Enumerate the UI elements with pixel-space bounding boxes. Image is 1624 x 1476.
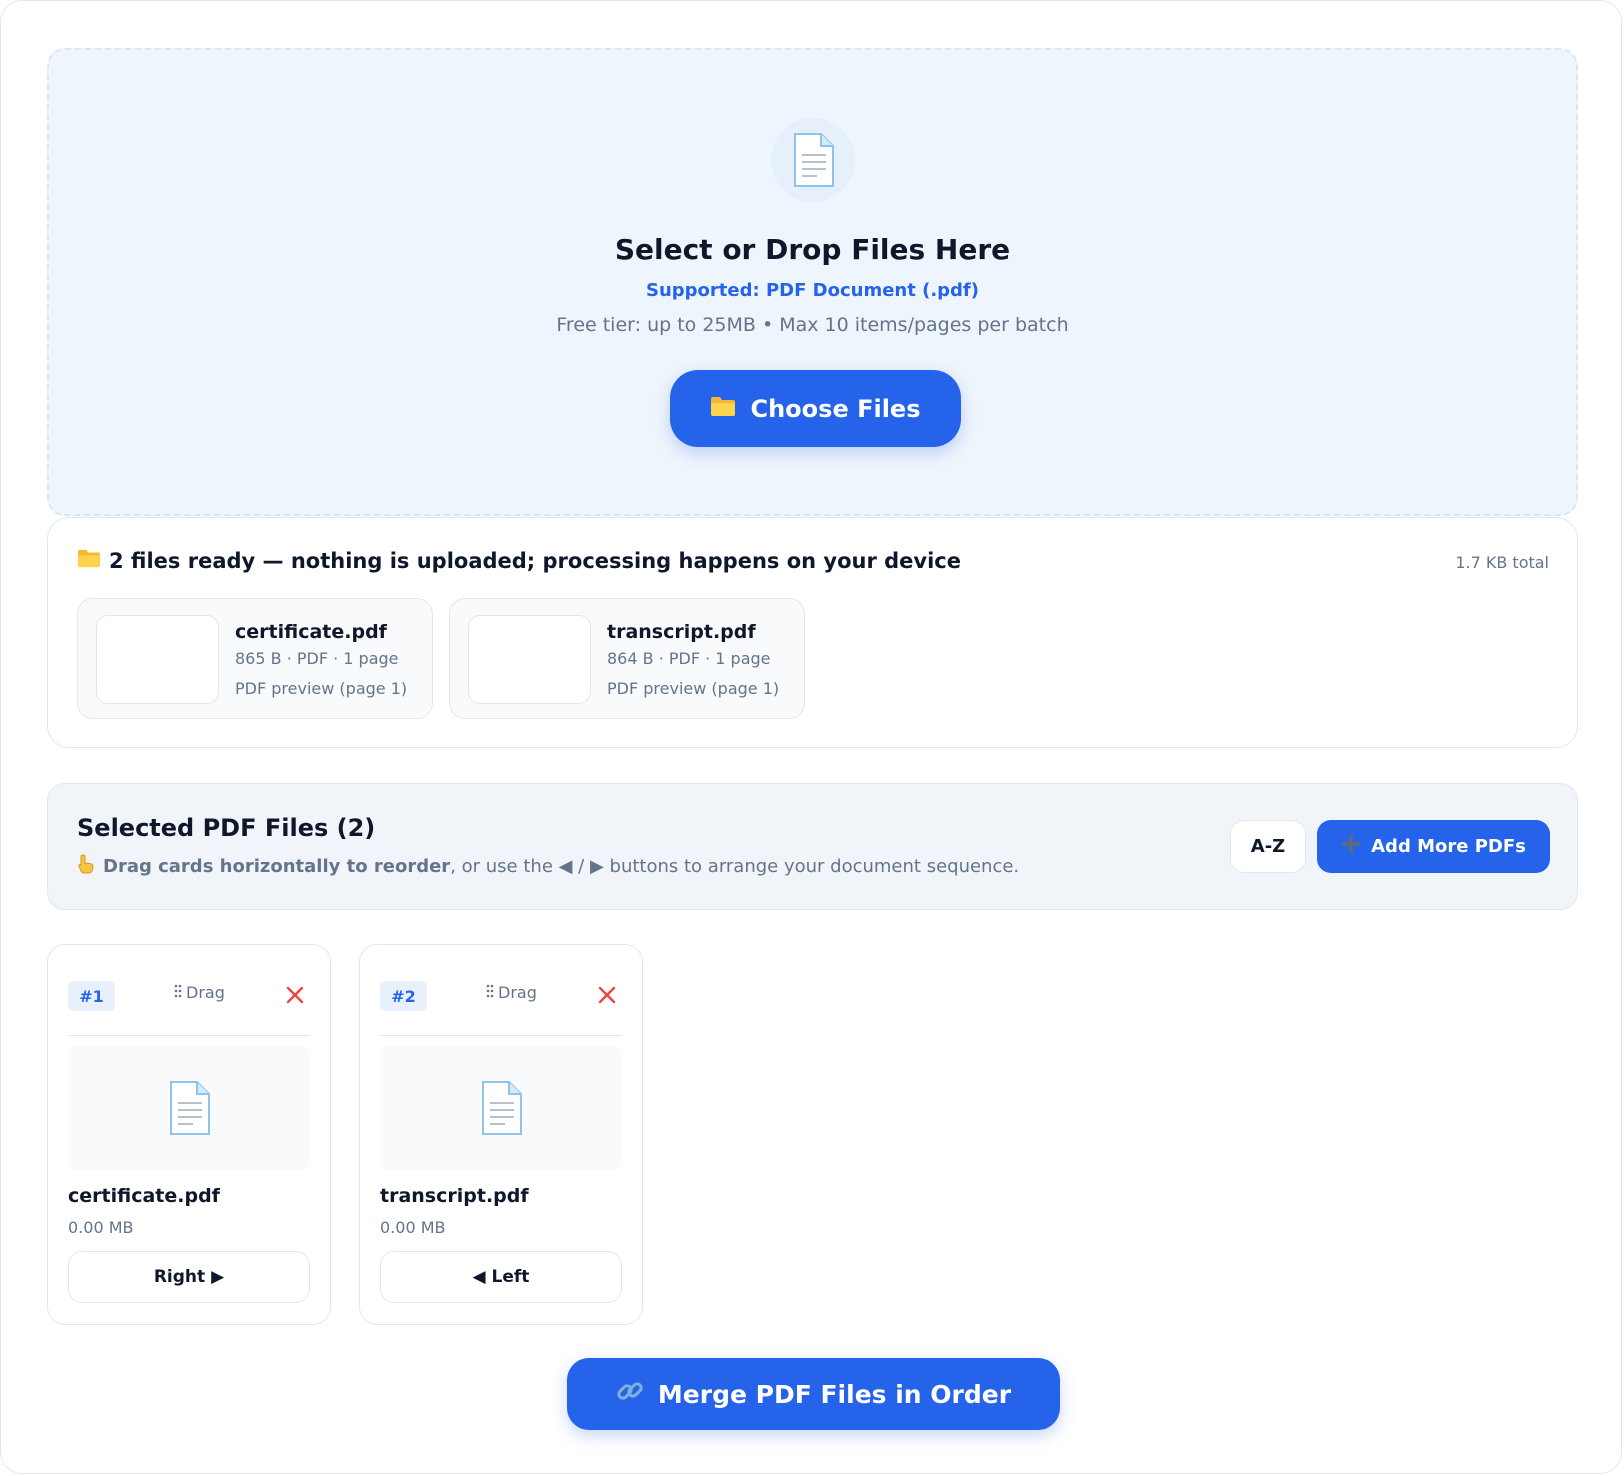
card-divider bbox=[68, 1035, 310, 1036]
add-more-label: Add More PDFs bbox=[1371, 836, 1526, 857]
file-card: transcript.pdf 864 B · PDF · 1 page PDF … bbox=[449, 598, 805, 719]
ready-files-panel: 2 files ready — nothing is uploaded; pro… bbox=[47, 517, 1578, 748]
order-card[interactable]: #2 Drag transcript.pdf 0.00 MB ◀ Left bbox=[359, 944, 643, 1325]
order-file-size: 0.00 MB bbox=[380, 1218, 446, 1237]
choose-files-label: Choose Files bbox=[750, 394, 921, 423]
remove-file-button[interactable] bbox=[592, 981, 622, 1011]
order-file-size: 0.00 MB bbox=[68, 1218, 134, 1237]
file-meta: 865 B · PDF · 1 page bbox=[235, 649, 399, 668]
remove-file-button[interactable] bbox=[280, 981, 310, 1011]
drag-label: Drag bbox=[186, 983, 225, 1002]
close-icon bbox=[598, 986, 616, 1007]
move-right-button[interactable]: Right ▶ bbox=[68, 1251, 310, 1303]
card-divider bbox=[380, 1035, 622, 1036]
order-card[interactable]: #1 Drag certificate.pdf 0.00 MB Right ▶ bbox=[47, 944, 331, 1325]
file-name: certificate.pdf bbox=[235, 621, 387, 643]
ready-heading: 2 files ready — nothing is uploaded; pro… bbox=[109, 548, 961, 573]
tier-limit-note: Free tier: up to 25MB • Max 10 items/pag… bbox=[556, 314, 1069, 336]
folder-icon bbox=[77, 548, 101, 573]
grip-icon bbox=[174, 983, 182, 1002]
total-size: 1.7 KB total bbox=[1455, 553, 1549, 572]
sort-az-button[interactable]: A-Z bbox=[1230, 820, 1306, 873]
merge-pdfs-button[interactable]: Merge PDF Files in Order bbox=[567, 1358, 1060, 1430]
drag-handle[interactable]: Drag bbox=[174, 983, 225, 1002]
file-thumbnail bbox=[96, 615, 219, 704]
document-icon bbox=[380, 1046, 622, 1170]
selected-files-header: Selected PDF Files (2) Drag cards horizo… bbox=[47, 783, 1578, 910]
document-icon bbox=[68, 1046, 310, 1170]
grip-icon bbox=[486, 983, 494, 1002]
file-thumbnail bbox=[468, 615, 591, 704]
ready-heading-row: 2 files ready — nothing is uploaded; pro… bbox=[77, 548, 961, 573]
order-file-name: transcript.pdf bbox=[380, 1185, 529, 1207]
folder-icon bbox=[710, 395, 736, 423]
link-icon bbox=[616, 1377, 644, 1411]
selected-title: Selected PDF Files (2) bbox=[77, 814, 376, 842]
file-name: transcript.pdf bbox=[607, 621, 756, 643]
file-preview-label: PDF preview (page 1) bbox=[235, 679, 408, 698]
reorder-hint-rest: , or use the ◀ / ▶ buttons to arrange yo… bbox=[450, 856, 1020, 877]
drag-handle[interactable]: Drag bbox=[486, 983, 537, 1002]
move-left-button[interactable]: ◀ Left bbox=[380, 1251, 622, 1303]
dropzone-title: Select or Drop Files Here bbox=[614, 233, 1011, 266]
file-dropzone[interactable]: Select or Drop Files Here Supported: PDF… bbox=[47, 48, 1578, 516]
merge-label: Merge PDF Files in Order bbox=[657, 1379, 1012, 1409]
choose-files-button[interactable]: Choose Files bbox=[670, 370, 961, 447]
add-more-pdfs-button[interactable]: Add More PDFs bbox=[1317, 820, 1550, 873]
order-badge: #2 bbox=[380, 981, 427, 1011]
document-icon bbox=[770, 118, 855, 202]
order-badge: #1 bbox=[68, 981, 115, 1011]
file-preview-label: PDF preview (page 1) bbox=[607, 679, 780, 698]
close-icon bbox=[286, 986, 304, 1007]
supported-formats: Supported: PDF Document (.pdf) bbox=[646, 280, 979, 301]
app-frame: Select or Drop Files Here Supported: PDF… bbox=[0, 0, 1622, 1474]
order-file-name: certificate.pdf bbox=[68, 1185, 220, 1207]
plus-icon bbox=[1341, 834, 1361, 859]
file-card: certificate.pdf 865 B · PDF · 1 page PDF… bbox=[77, 598, 433, 719]
pointing-hand-icon bbox=[77, 854, 95, 879]
reorder-hint: Drag cards horizontally to reorder , or … bbox=[77, 854, 1019, 879]
reorder-hint-bold: Drag cards horizontally to reorder bbox=[103, 856, 451, 877]
drag-label: Drag bbox=[498, 983, 537, 1002]
file-meta: 864 B · PDF · 1 page bbox=[607, 649, 771, 668]
